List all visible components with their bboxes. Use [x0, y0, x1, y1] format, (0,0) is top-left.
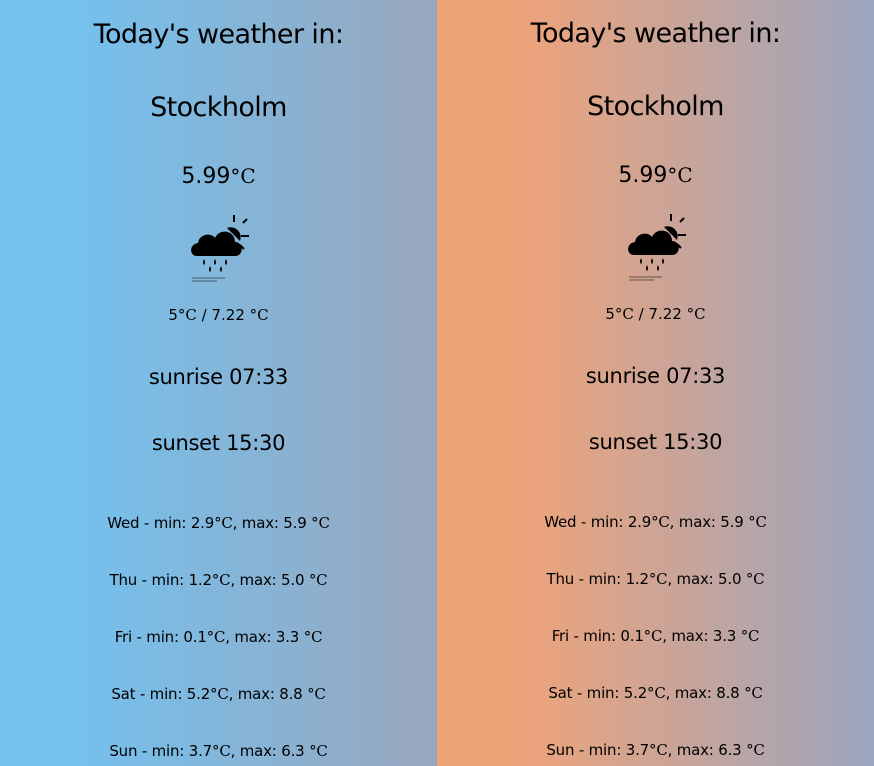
forecast-list: Wed - min: 2.9°C, max: 5.9 °C Thu - min:… [0, 512, 437, 766]
forecast-row: Fri - min: 0.1°C, max: 3.3 °C [551, 627, 760, 645]
page-title: Today's weather in: [93, 19, 344, 50]
temperature-value: 5.99 [181, 164, 231, 189]
forecast-row: Sat - min: 5.2°C, max: 8.8 °C [548, 684, 763, 702]
current-temperature: 5.99°C [437, 161, 874, 190]
weather-panel-left: Today's weather in: Stockholm 5.99°C 5°C… [0, 0, 437, 766]
forecast-row: Thu - min: 1.2°C, max: 5.0 °C [546, 570, 765, 588]
cloud-rain-sun-icon [626, 211, 688, 283]
forecast-row: Sun - min: 3.7°C, max: 6.3 °C [109, 742, 328, 760]
forecast-row: Fri - min: 0.1°C, max: 3.3 °C [114, 628, 323, 646]
min-max-temperature: 5°C / 7.22 °C [605, 305, 706, 323]
sunset-time: sunset 15:30 [151, 431, 286, 455]
weather-panel-right: Today's weather in: Stockholm 5.99°C 5°C… [437, 0, 874, 766]
forecast-row: Sat - min: 5.2°C, max: 8.8 °C [111, 685, 326, 703]
min-max-temperature: 5°C / 7.22 °C [168, 306, 269, 324]
sunset-time: sunset 15:30 [588, 430, 723, 454]
city-name: Stockholm [150, 92, 287, 123]
forecast-row: Sun - min: 3.7°C, max: 6.3 °C [546, 741, 765, 759]
cloud-rain-sun-icon [189, 212, 251, 284]
forecast-row: Wed - min: 2.9°C, max: 5.9 °C [107, 514, 330, 532]
sunrise-time: sunrise 07:33 [585, 364, 726, 388]
current-temperature: 5.99°C [0, 162, 437, 191]
page-title: Today's weather in: [530, 18, 781, 49]
sunrise-time: sunrise 07:33 [148, 365, 289, 389]
forecast-list: Wed - min: 2.9°C, max: 5.9 °C Thu - min:… [437, 511, 874, 766]
temperature-unit: °C [667, 163, 693, 187]
city-name: Stockholm [587, 91, 724, 122]
forecast-row: Thu - min: 1.2°C, max: 5.0 °C [109, 571, 328, 589]
temperature-value: 5.99 [618, 163, 668, 188]
forecast-row: Wed - min: 2.9°C, max: 5.9 °C [544, 513, 767, 531]
temperature-unit: °C [230, 164, 256, 188]
